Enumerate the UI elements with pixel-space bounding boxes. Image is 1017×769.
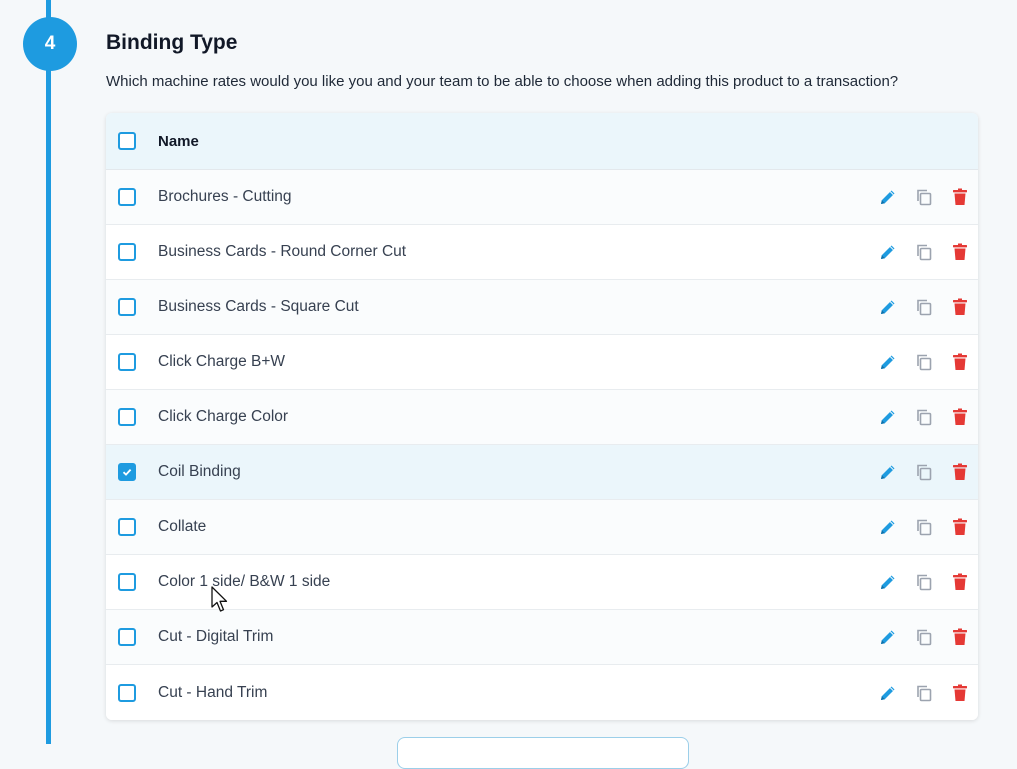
row-checkbox[interactable] xyxy=(118,188,136,206)
edit-pencil-icon[interactable] xyxy=(876,185,900,209)
delete-trash-icon[interactable] xyxy=(948,460,972,484)
delete-trash-icon[interactable] xyxy=(948,625,972,649)
copy-icon[interactable] xyxy=(912,185,936,209)
row-label: Brochures - Cutting xyxy=(158,188,292,205)
row-label: Cut - Hand Trim xyxy=(158,683,268,701)
row-actions xyxy=(864,500,972,554)
edit-pencil-icon[interactable] xyxy=(876,295,900,319)
table-row: Business Cards - Square Cut xyxy=(106,280,978,335)
table-row: Click Charge Color xyxy=(106,390,978,445)
table-header: Name xyxy=(106,113,978,170)
table-body: Brochures - Cutting Business Cards - Roun… xyxy=(106,170,978,720)
copy-icon[interactable] xyxy=(912,515,936,539)
edit-pencil-icon[interactable] xyxy=(876,570,900,594)
row-actions xyxy=(864,170,972,224)
edit-pencil-icon[interactable] xyxy=(876,460,900,484)
table-row: Cut - Digital Trim xyxy=(106,610,978,665)
copy-icon[interactable] xyxy=(912,681,936,705)
row-checkbox[interactable] xyxy=(118,628,136,646)
delete-trash-icon[interactable] xyxy=(948,405,972,429)
copy-icon[interactable] xyxy=(912,295,936,319)
row-label: Business Cards - Square Cut xyxy=(158,298,359,315)
row-actions xyxy=(864,225,972,279)
row-checkbox[interactable] xyxy=(118,463,136,481)
row-checkbox[interactable] xyxy=(118,298,136,316)
row-actions xyxy=(864,665,972,720)
row-label: Click Charge B+W xyxy=(158,353,286,370)
delete-trash-icon[interactable] xyxy=(948,570,972,594)
table-row: Click Charge B+W xyxy=(106,335,978,390)
row-label: Color 1 side/ B&W 1 side xyxy=(158,573,331,590)
copy-icon[interactable] xyxy=(912,350,936,374)
row-actions xyxy=(864,335,972,389)
machine-rates-table: Name Brochures - Cutting Business Cards -… xyxy=(106,113,978,720)
delete-trash-icon[interactable] xyxy=(948,515,972,539)
delete-trash-icon[interactable] xyxy=(948,240,972,264)
row-label: Business Cards - Round Corner Cut xyxy=(158,243,407,260)
section-title: Binding Type xyxy=(106,31,238,54)
row-label: Cut - Digital Trim xyxy=(158,628,274,645)
row-actions xyxy=(864,280,972,334)
row-checkbox[interactable] xyxy=(118,683,136,702)
delete-trash-icon[interactable] xyxy=(948,350,972,374)
row-actions xyxy=(864,445,972,499)
copy-icon[interactable] xyxy=(912,240,936,264)
table-row: Cut - Hand Trim xyxy=(106,665,978,720)
row-actions xyxy=(864,555,972,609)
table-row: Collate xyxy=(106,500,978,555)
copy-icon[interactable] xyxy=(912,625,936,649)
row-checkbox[interactable] xyxy=(118,518,136,536)
add-button[interactable] xyxy=(397,737,689,769)
row-actions xyxy=(864,390,972,444)
row-checkbox[interactable] xyxy=(118,408,136,426)
select-all-checkbox[interactable] xyxy=(118,132,136,150)
table-row: Color 1 side/ B&W 1 side xyxy=(106,555,978,610)
table-row: Brochures - Cutting xyxy=(106,170,978,225)
row-checkbox[interactable] xyxy=(118,243,136,261)
row-label: Coil Binding xyxy=(158,463,241,480)
copy-icon[interactable] xyxy=(912,570,936,594)
edit-pencil-icon[interactable] xyxy=(876,350,900,374)
delete-trash-icon[interactable] xyxy=(948,295,972,319)
edit-pencil-icon[interactable] xyxy=(876,515,900,539)
row-checkbox[interactable] xyxy=(118,573,136,591)
row-actions xyxy=(864,610,972,664)
edit-pencil-icon[interactable] xyxy=(876,240,900,264)
section-description: Which machine rates would you like you a… xyxy=(106,73,899,90)
delete-trash-icon[interactable] xyxy=(948,185,972,209)
table-row: Business Cards - Round Corner Cut xyxy=(106,225,978,280)
copy-icon[interactable] xyxy=(912,405,936,429)
timeline-line xyxy=(46,0,51,744)
row-label: Collate xyxy=(158,518,207,535)
name-column-header[interactable]: Name xyxy=(158,133,199,150)
step-number-badge: 4 xyxy=(23,17,77,71)
edit-pencil-icon[interactable] xyxy=(876,405,900,429)
copy-icon[interactable] xyxy=(912,460,936,484)
row-checkbox[interactable] xyxy=(118,353,136,371)
delete-trash-icon[interactable] xyxy=(948,681,972,705)
edit-pencil-icon[interactable] xyxy=(876,681,900,705)
table-row: Coil Binding xyxy=(106,445,978,500)
edit-pencil-icon[interactable] xyxy=(876,625,900,649)
row-label: Click Charge Color xyxy=(158,408,289,425)
